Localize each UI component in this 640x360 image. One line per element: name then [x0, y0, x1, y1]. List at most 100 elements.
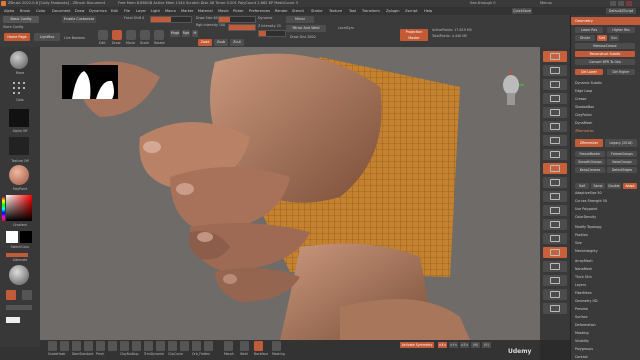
- thick-skin-subpanel[interactable]: Thick Skin: [575, 275, 592, 279]
- zadd-button[interactable]: Zadd: [198, 39, 212, 46]
- adaptive-size-slider[interactable]: AdaptiveSize 50: [575, 191, 602, 195]
- keep-groups-button[interactable]: KeepGroups: [607, 159, 637, 165]
- orb-cracks-brush-icon[interactable]: [180, 341, 189, 351]
- release-crease-button[interactable]: ReleaseCrease: [575, 43, 635, 49]
- local-button[interactable]: [543, 163, 567, 174]
- orb-flatten-brush-icon[interactable]: [192, 341, 201, 351]
- minimize-icon[interactable]: [610, 1, 616, 6]
- hpolish-brush-icon[interactable]: [132, 341, 141, 351]
- symmetry-y-button[interactable]: >Y<: [449, 342, 458, 348]
- geometry-hd-subpanel[interactable]: Geometry HD: [575, 299, 598, 303]
- backface-icon[interactable]: [254, 341, 263, 351]
- menu-dynamics[interactable]: Dynamics: [89, 7, 107, 15]
- z-intensity-label[interactable]: Z Intensity 25: [258, 24, 281, 28]
- draw-size-label[interactable]: Draw Size 64: [196, 16, 218, 20]
- menu-movie[interactable]: Movie: [218, 7, 229, 15]
- menu-stencil[interactable]: Stencil: [292, 7, 304, 15]
- polyframe-button[interactable]: [543, 247, 567, 258]
- switch-color-label[interactable]: SwitchColor: [0, 245, 40, 249]
- symmetry-r-button[interactable]: (R): [482, 342, 491, 348]
- menu-tool[interactable]: Tool: [349, 7, 356, 15]
- menu-macro[interactable]: Macro: [165, 7, 176, 15]
- zremesher-button[interactable]: ZRemesher: [575, 139, 603, 147]
- menu-edit[interactable]: Edit: [111, 7, 118, 15]
- contact-subpanel[interactable]: Contact: [575, 355, 588, 359]
- move-view-button[interactable]: [543, 205, 567, 216]
- texture-thumbnail[interactable]: [9, 137, 29, 155]
- symmetry-x-button[interactable]: >X<: [438, 342, 447, 348]
- rotate-view-button[interactable]: [543, 233, 567, 244]
- quicksave-button[interactable]: QuickSave: [512, 8, 532, 14]
- keep-creases-button[interactable]: KeepCreases: [575, 167, 605, 173]
- menu-zscript[interactable]: Zscript: [405, 7, 417, 15]
- scroll-button[interactable]: [543, 79, 567, 90]
- pinch-brush-icon[interactable]: [96, 341, 105, 351]
- color-picker[interactable]: [6, 195, 32, 221]
- polygroups-subpanel[interactable]: Polygroups: [575, 347, 593, 351]
- freeze-groups-button[interactable]: FreezeGroups: [607, 151, 637, 157]
- divide-button[interactable]: Divide: [575, 35, 595, 41]
- alternate-toggle[interactable]: [6, 253, 28, 257]
- gradient-label[interactable]: Gradient: [0, 223, 40, 227]
- color-density-slider[interactable]: ColorDensity: [575, 215, 596, 219]
- arraymesh-subpanel[interactable]: ArrayMesh: [575, 259, 593, 263]
- xpose-button[interactable]: [543, 303, 567, 314]
- solo-button[interactable]: [543, 289, 567, 300]
- mirror-and-weld-button[interactable]: Mirror And Weld: [286, 25, 326, 32]
- see-through-label[interactable]: See-through 0: [470, 0, 496, 7]
- del-lower-button[interactable]: Del Lower: [575, 69, 603, 75]
- morph-icon[interactable]: [224, 341, 233, 351]
- modify-topology-section[interactable]: Modify Topology: [575, 225, 602, 229]
- surface-subpanel[interactable]: Surface: [575, 315, 588, 319]
- layers-subpanel[interactable]: Layers: [575, 283, 586, 287]
- matcap-sphere[interactable]: [9, 265, 29, 285]
- smooth-groups-button[interactable]: SmoothGroups: [575, 159, 605, 165]
- menu-document[interactable]: Document: [52, 7, 71, 15]
- nanomesh-subpanel[interactable]: NanoMesh: [575, 267, 592, 271]
- canvas-viewport[interactable]: [40, 47, 540, 340]
- claybuildup-brush-icon[interactable]: [120, 341, 129, 351]
- visibility-subpanel[interactable]: Visibility: [575, 339, 589, 343]
- use-polypaint-toggle[interactable]: Use Polypaint: [575, 207, 597, 211]
- secondary-color-swatch[interactable]: [20, 231, 32, 243]
- menu-zplugin[interactable]: Zplugin: [386, 7, 400, 15]
- suv-button[interactable]: Suv: [609, 35, 619, 41]
- scale-icon[interactable]: [140, 30, 150, 40]
- brush-config-button[interactable]: Basic Config: [3, 16, 39, 23]
- move-icon[interactable]: [126, 30, 136, 40]
- menu-draw[interactable]: Draw: [75, 7, 84, 15]
- frame-button[interactable]: [543, 191, 567, 202]
- damstandard-brush-icon[interactable]: [72, 341, 81, 351]
- brush-thumbnail[interactable]: [10, 51, 28, 69]
- draw-icon[interactable]: [112, 30, 122, 40]
- trimdynamic-brush-icon[interactable]: [144, 341, 153, 351]
- live-boolean-label[interactable]: Live Boolean: [64, 36, 85, 40]
- claypolish-section[interactable]: ClayPolish: [575, 113, 592, 117]
- enable-customize-button[interactable]: Enable Customize: [62, 16, 96, 23]
- dynamic-subdiv-section[interactable]: Dynamic Subdiv: [575, 81, 602, 85]
- half-button[interactable]: Half: [575, 183, 589, 189]
- move-brush-icon[interactable]: [84, 341, 93, 351]
- floor-button[interactable]: [543, 149, 567, 160]
- crease-section[interactable]: Crease: [575, 97, 586, 101]
- main-color-swatch[interactable]: [6, 231, 18, 243]
- clipcurve-brush-icon[interactable]: [168, 341, 177, 351]
- hue-strip[interactable]: [2, 197, 5, 221]
- menu-color[interactable]: Color: [36, 7, 45, 15]
- menu-light[interactable]: Light: [151, 7, 160, 15]
- size-section[interactable]: Size: [575, 241, 582, 245]
- persp-button[interactable]: [543, 135, 567, 146]
- preview-subpanel[interactable]: Preview: [575, 307, 588, 311]
- symmetry-z-button[interactable]: >Z<: [460, 342, 469, 348]
- focal-shift-slider[interactable]: [150, 16, 192, 23]
- menu-material[interactable]: Material: [198, 7, 213, 15]
- higher-res-button[interactable]: Higher Res: [607, 27, 635, 33]
- localsym-label[interactable]: LocalSym: [338, 26, 354, 30]
- small-swatch[interactable]: [6, 317, 20, 323]
- menu-alpha[interactable]: Alpha: [4, 7, 14, 15]
- geometry-header[interactable]: Geometry: [571, 17, 640, 25]
- mrgb-button[interactable]: Mrgb: [170, 30, 180, 37]
- menu-file[interactable]: File: [124, 7, 130, 15]
- menu-marker[interactable]: Marker: [181, 7, 193, 15]
- menu-layer[interactable]: Layer: [136, 7, 146, 15]
